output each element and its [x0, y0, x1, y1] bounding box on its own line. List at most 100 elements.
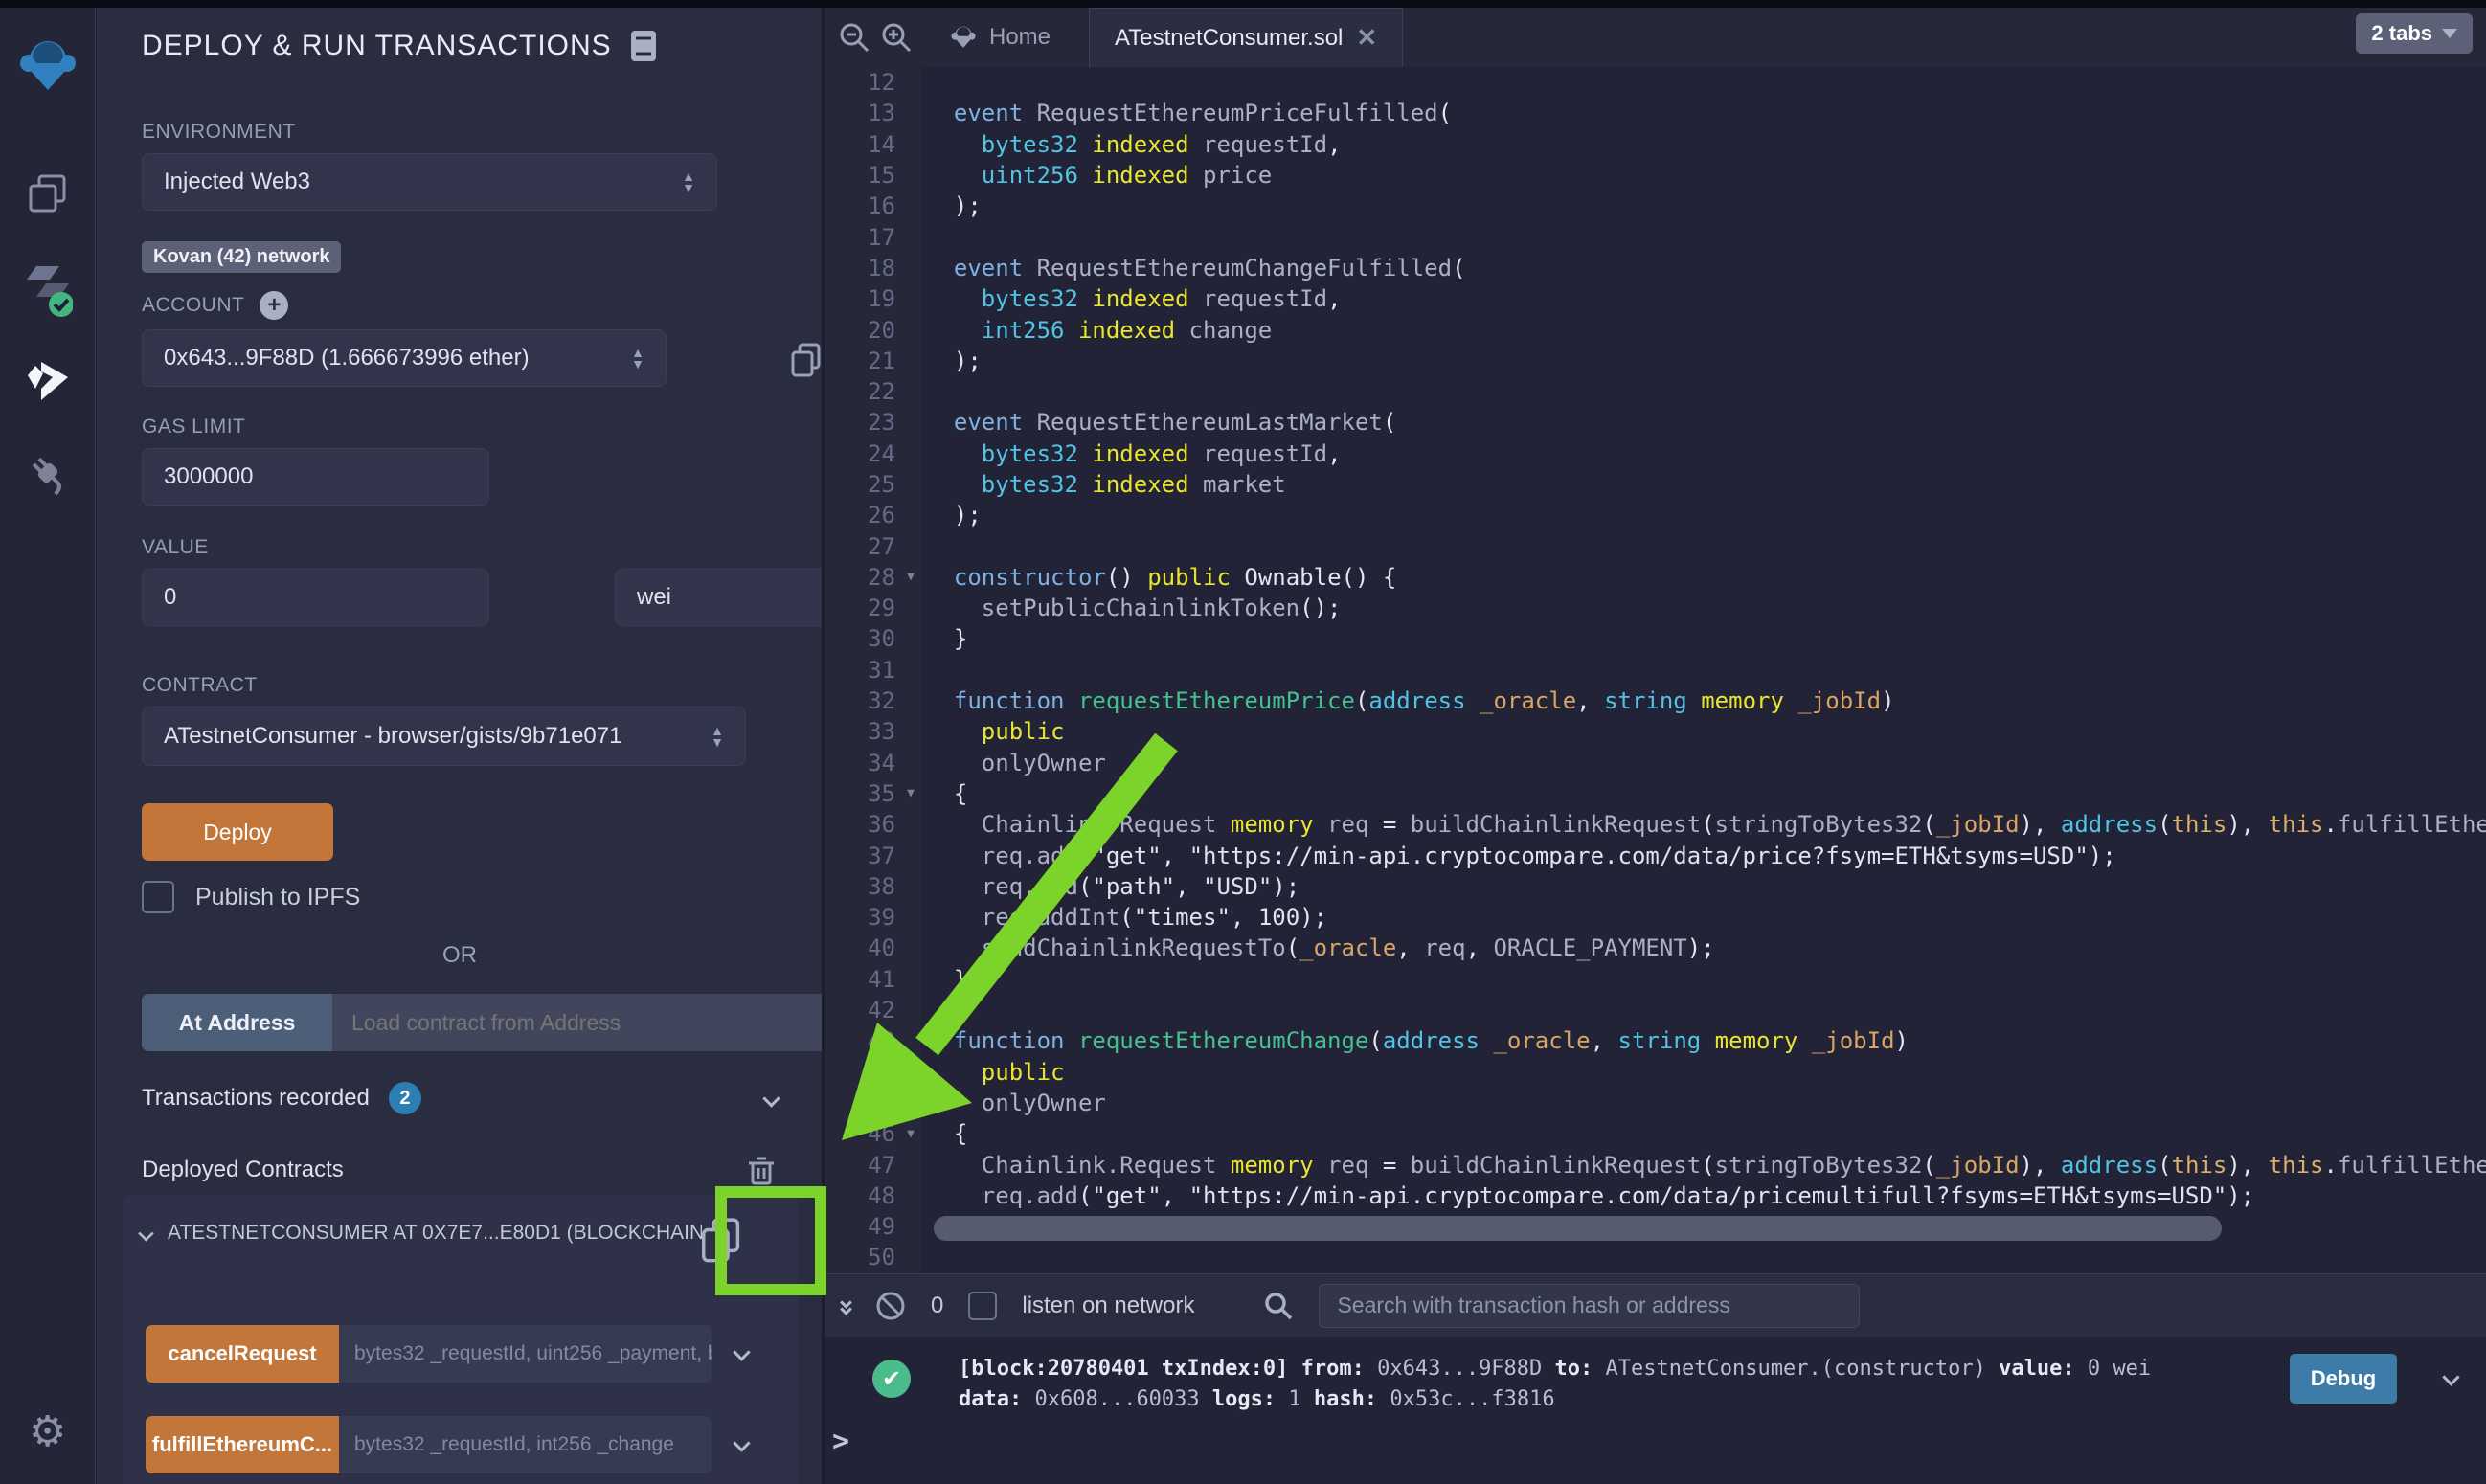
code-line: 27: [825, 530, 2486, 561]
zoom-in-icon[interactable]: [880, 21, 913, 54]
code-line: 22: [825, 376, 2486, 407]
line-number: 39: [825, 904, 895, 931]
environment-select[interactable]: Injected Web3 ▲▼: [142, 153, 717, 211]
gas-limit-input[interactable]: 3000000: [142, 448, 489, 506]
deployed-contract-header[interactable]: ATESTNETCONSUMER AT 0X7E7...E80D1 (BLOCK…: [140, 1222, 702, 1245]
code-editor: Home ATestnetConsumer.sol ✕ 2 tabs 1213 …: [825, 8, 2486, 1273]
code-line: 36 Chainlink.Request memory req = buildC…: [825, 809, 2486, 840]
value-unit-select[interactable]: wei ▲▼: [615, 569, 822, 626]
line-number: 33: [825, 718, 895, 745]
select-arrows-icon: ▲▼: [682, 170, 695, 193]
code-area[interactable]: 1213 event RequestEthereumPriceFulfilled…: [825, 67, 2486, 1273]
file-explorer-icon[interactable]: [26, 172, 70, 216]
terminal-toolbar: 0 listen on network: [825, 1273, 2486, 1337]
publish-ipfs-checkbox[interactable]: [142, 881, 174, 913]
code-line: 32 function requestEthereumPrice(address…: [825, 686, 2486, 716]
account-label: ACCOUNT: [142, 294, 244, 317]
code-line: 29 setPublicChainlinkToken();: [825, 593, 2486, 623]
deployed-contract-title: ATESTNETCONSUMER AT 0X7E7...E80D1 (BLOCK…: [168, 1222, 702, 1245]
copy-account-icon[interactable]: [788, 341, 822, 379]
tabs-count-label: 2 tabs: [2371, 21, 2432, 46]
cancel-request-button[interactable]: cancelRequest: [146, 1325, 339, 1383]
copy-contract-address-icon[interactable]: [698, 1214, 742, 1268]
code-line: 46▼ {: [825, 1118, 2486, 1149]
terminal-prompt[interactable]: >: [832, 1425, 849, 1458]
at-address-input[interactable]: [332, 994, 822, 1051]
line-number: 22: [825, 378, 895, 405]
fold-marker-icon[interactable]: ▼: [895, 570, 926, 584]
cancel-request-args-input[interactable]: bytes32 _requestId, uint256 _payment, by: [339, 1325, 712, 1383]
chevron-down-icon[interactable]: [733, 1343, 750, 1360]
trash-icon[interactable]: [745, 1153, 778, 1187]
tab-home-label: Home: [989, 24, 1051, 51]
solidity-compiler-icon[interactable]: [23, 264, 73, 318]
tab-atestnetconsumer[interactable]: ATestnetConsumer.sol ✕: [1089, 8, 1403, 67]
line-number: 23: [825, 409, 895, 436]
chevron-down-icon[interactable]: [733, 1434, 750, 1451]
select-arrows-icon: ▲▼: [711, 725, 724, 748]
tabs-dropdown-button[interactable]: 2 tabs: [2356, 13, 2473, 54]
tab-home[interactable]: Home: [926, 8, 1075, 67]
account-select[interactable]: 0x643...9F88D (1.666673996 ether) ▲▼: [142, 329, 667, 387]
search-icon: [1263, 1291, 1294, 1321]
code-line: 39 req.addInt("times", 100);: [825, 902, 2486, 933]
code-line: 28▼ constructor() public Ownable() {: [825, 562, 2486, 593]
line-number: 36: [825, 811, 895, 838]
code-line: 34 onlyOwner: [825, 748, 2486, 778]
code-line: 20 int256 indexed change: [825, 314, 2486, 345]
deploy-run-icon[interactable]: [24, 360, 72, 404]
debug-button[interactable]: Debug: [2290, 1354, 2397, 1404]
settings-gear-icon[interactable]: ⚙: [29, 1407, 66, 1456]
listen-network-label: listen on network: [1022, 1293, 1194, 1319]
transaction-log-row[interactable]: ✔ [block:20780401 txIndex:0] from: 0x643…: [872, 1354, 2457, 1415]
code-line: 41 }: [825, 964, 2486, 995]
code-line: 13 event RequestEthereumPriceFulfilled(: [825, 98, 2486, 128]
code-line: 31: [825, 655, 2486, 686]
chevron-down-icon[interactable]: [2442, 1368, 2459, 1385]
add-account-icon[interactable]: +: [260, 291, 288, 320]
chevron-down-icon[interactable]: [762, 1090, 780, 1107]
transactions-recorded-label: Transactions recorded: [142, 1085, 370, 1112]
at-address-button[interactable]: At Address: [142, 994, 332, 1051]
document-icon[interactable]: [629, 29, 658, 63]
code-line: 33 public: [825, 716, 2486, 747]
code-line: 30 }: [825, 623, 2486, 654]
line-number: 49: [825, 1213, 895, 1240]
environment-value: Injected Web3: [164, 169, 310, 195]
contract-select[interactable]: ATestnetConsumer - browser/gists/9b71e07…: [142, 707, 746, 766]
success-check-icon: ✔: [872, 1360, 911, 1398]
listen-network-checkbox[interactable]: [968, 1292, 997, 1320]
remix-logo-icon[interactable]: [19, 38, 77, 94]
line-number: 29: [825, 595, 895, 621]
line-number: 24: [825, 440, 895, 467]
deployed-contract-card: ATESTNETCONSUMER AT 0X7E7...E80D1 (BLOCK…: [123, 1195, 798, 1484]
or-separator: OR: [142, 942, 778, 969]
line-number: 42: [825, 997, 895, 1023]
fold-marker-icon[interactable]: ▼: [895, 1127, 926, 1141]
zoom-out-icon[interactable]: [838, 21, 870, 54]
line-number: 25: [825, 471, 895, 498]
code-line: 43 function requestEthereumChange(addres…: [825, 1025, 2486, 1056]
fulfill-args-input[interactable]: bytes32 _requestId, int256 _change: [339, 1416, 712, 1473]
line-number: 50: [825, 1244, 895, 1270]
fold-marker-icon[interactable]: ▼: [895, 786, 926, 800]
terminal: 0 listen on network ✔ [block:20780401 tx…: [825, 1273, 2486, 1484]
publish-ipfs-label: Publish to IPFS: [195, 884, 360, 911]
tab-file-label: ATestnetConsumer.sol: [1115, 25, 1343, 52]
line-number: 28: [825, 564, 895, 591]
account-value: 0x643...9F88D (1.666673996 ether): [164, 345, 530, 371]
line-number: 15: [825, 162, 895, 189]
line-number: 30: [825, 625, 895, 652]
horizontal-scrollbar[interactable]: [934, 1216, 2222, 1241]
deploy-button[interactable]: Deploy: [142, 803, 333, 861]
fulfill-ethereum-button[interactable]: fulfillEthereumC...: [146, 1416, 339, 1473]
plugin-manager-icon[interactable]: [25, 450, 71, 500]
clear-console-icon[interactable]: [875, 1291, 906, 1321]
terminal-search-input[interactable]: [1319, 1284, 1860, 1328]
value-input[interactable]: 0: [142, 569, 489, 626]
close-tab-icon[interactable]: ✕: [1356, 23, 1377, 53]
chevron-down-icon[interactable]: [138, 1225, 154, 1242]
expand-terminal-icon[interactable]: [842, 1298, 850, 1314]
code-line: 44 public: [825, 1057, 2486, 1088]
line-number: 13: [825, 100, 895, 126]
